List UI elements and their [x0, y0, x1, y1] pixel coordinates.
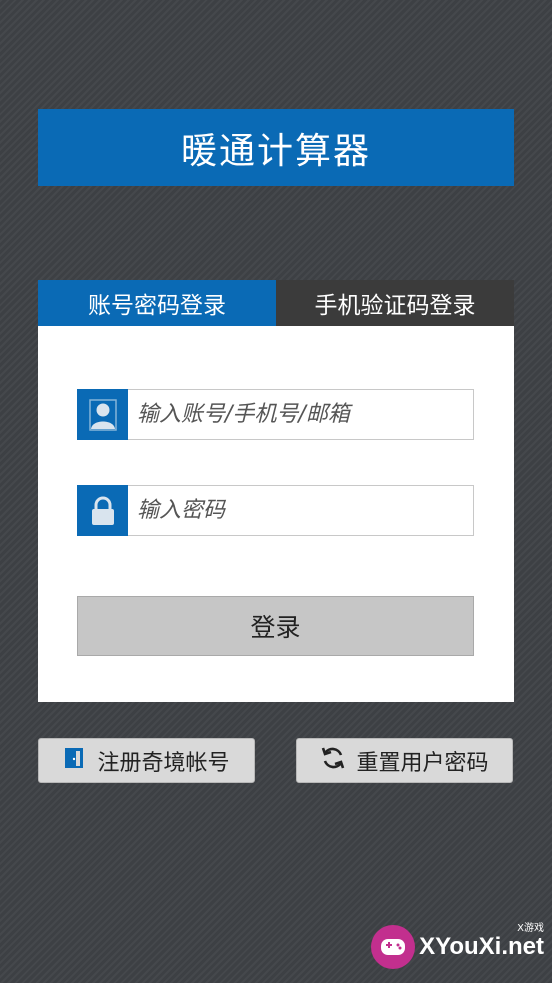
watermark-small-text: X游戏: [517, 923, 544, 934]
reset-password-button[interactable]: 重置用户密码: [296, 738, 513, 783]
refresh-icon: [320, 745, 346, 777]
lock-icon: [77, 485, 128, 536]
user-icon: [77, 389, 128, 440]
reset-label: 重置用户密码: [356, 750, 489, 776]
app-title-banner: 暖通计算器: [38, 109, 514, 186]
tab-account-password[interactable]: 账号密码登录: [38, 280, 276, 326]
login-button[interactable]: 登录: [77, 596, 474, 656]
gamepad-logo-icon: [371, 925, 416, 969]
app-title: 暖通计算器: [180, 130, 371, 172]
watermark-text: XYouXi.net: [419, 933, 544, 960]
door-icon: [63, 746, 87, 776]
register-account-button[interactable]: 注册奇境帐号: [38, 738, 255, 783]
password-input[interactable]: [128, 485, 473, 536]
password-field: [77, 485, 474, 536]
login-tabs: 账号密码登录 手机验证码登录: [38, 280, 514, 326]
watermark: X游戏 XYouXi.net: [371, 923, 544, 969]
account-field: [77, 389, 474, 440]
register-label: 注册奇境帐号: [97, 750, 230, 776]
login-panel: 登录: [38, 326, 514, 702]
tab-phone-code[interactable]: 手机验证码登录: [276, 280, 514, 326]
account-input[interactable]: [128, 389, 473, 440]
